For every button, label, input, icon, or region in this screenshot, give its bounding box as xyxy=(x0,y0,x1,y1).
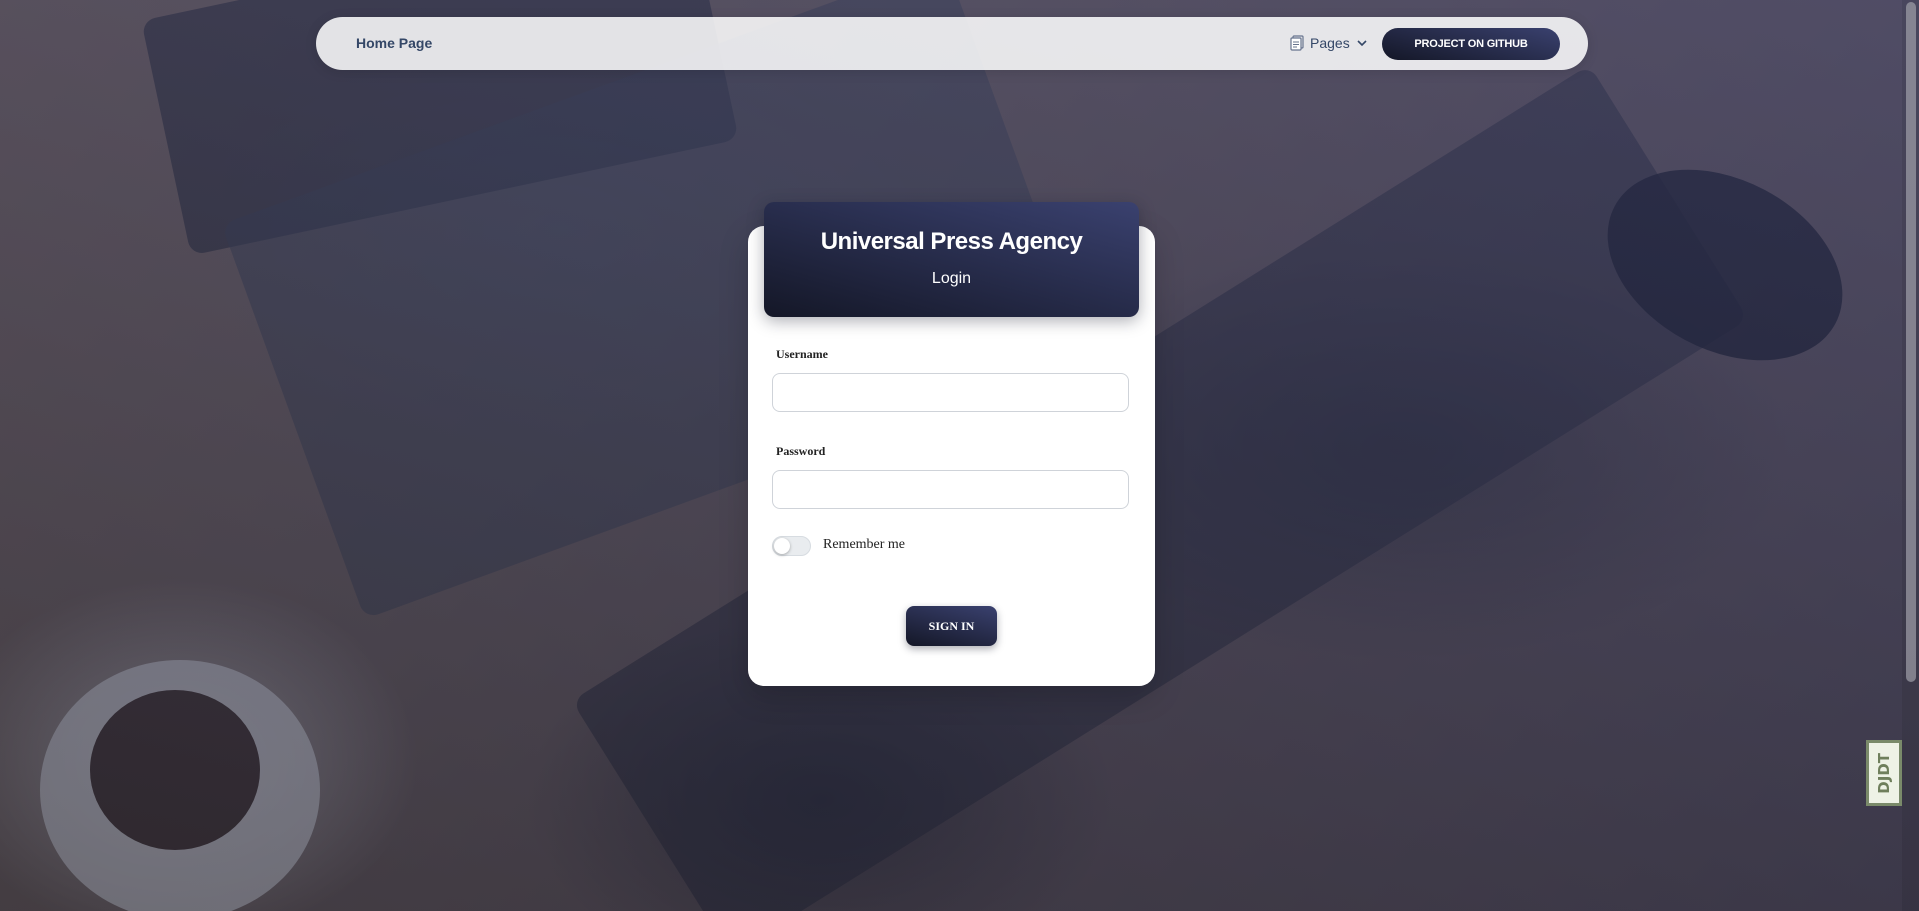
project-on-github-button[interactable]: PROJECT ON GITHUB xyxy=(1382,28,1560,60)
pages-dropdown[interactable]: Pages xyxy=(1290,35,1368,51)
login-page: Home Page Pages PROJECT ON GITHUB Univer… xyxy=(0,0,1919,911)
chevron-down-icon xyxy=(1356,37,1368,49)
login-card-header: Universal Press Agency Login xyxy=(764,202,1139,317)
page-scrollbar[interactable] xyxy=(1902,0,1919,911)
toggle-knob xyxy=(774,538,790,554)
home-page-link[interactable]: Home Page xyxy=(356,35,432,51)
remember-me-toggle[interactable] xyxy=(772,536,811,556)
document-stack-icon xyxy=(1290,35,1304,51)
top-navbar: Home Page Pages PROJECT ON GITHUB xyxy=(316,17,1588,70)
password-input[interactable] xyxy=(772,470,1129,509)
debug-toolbar-label: DJDT xyxy=(1875,752,1893,794)
username-input[interactable] xyxy=(772,373,1129,412)
login-subtitle: Login xyxy=(931,270,972,287)
debug-toolbar-handle[interactable]: DJDT xyxy=(1866,740,1902,806)
password-label: Password xyxy=(776,444,826,458)
pages-dropdown-label: Pages xyxy=(1310,35,1350,51)
username-label: Username xyxy=(776,347,828,361)
scrollbar-thumb[interactable] xyxy=(1906,2,1916,682)
remember-me-label[interactable]: Remember me xyxy=(823,537,905,553)
sign-in-button[interactable]: SIGN IN xyxy=(906,606,997,646)
agency-title: Universal Press Agency xyxy=(820,228,1083,255)
